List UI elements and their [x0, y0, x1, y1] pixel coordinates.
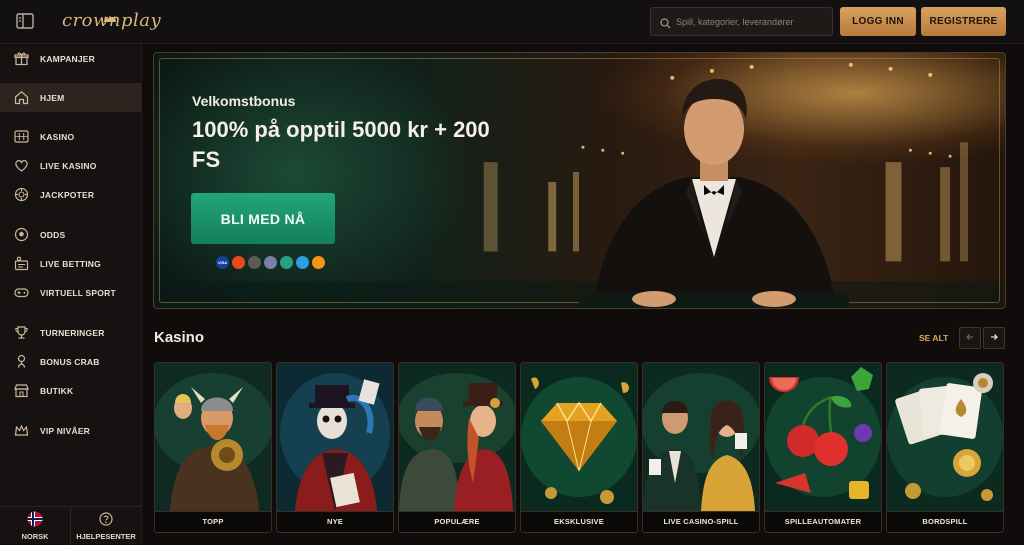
live-dealers-artwork [643, 363, 759, 511]
mastercard-icon [232, 256, 245, 269]
sidebar-footer: NORSK HJELPESENTER [0, 506, 141, 545]
login-button[interactable]: LOGG INN [840, 7, 916, 36]
logo-crown-icon [103, 10, 117, 28]
sidebar-item-odds[interactable]: ODDS [0, 220, 141, 249]
welcome-bonus-banner[interactable]: Velkomstbonus 100% på opptil 5000 kr + 2… [153, 52, 1006, 309]
trophy-icon [14, 325, 29, 340]
help-icon [99, 512, 113, 531]
search-box[interactable] [650, 7, 833, 36]
language-label: NORSK [21, 532, 49, 541]
banner-title: 100% på opptil 5000 kr + 200 FS [192, 117, 490, 172]
section-title: Kasino [154, 329, 205, 346]
sidebar-item-bonus-crab[interactable]: BONUS CRAB [0, 347, 141, 376]
category-label: SPILLEAUTOMATER [765, 511, 881, 532]
search-input[interactable] [676, 13, 826, 31]
category-card-live-casino-spill[interactable]: LIVE CASINO-SPILL [642, 362, 760, 533]
skeleton-magician-artwork [277, 363, 393, 511]
sidebar-item-virtuell-sport[interactable]: VIRTUELL SPORT [0, 278, 141, 307]
sidebar-item-label: BUTIKK [40, 385, 74, 396]
carousel-next-button[interactable] [983, 327, 1005, 349]
visa-icon: VISA [216, 256, 229, 269]
viking-artwork [155, 363, 271, 511]
category-label: TOPP [155, 511, 271, 532]
live-betting-icon [14, 256, 29, 271]
sidebar-toggle-icon[interactable] [16, 13, 34, 29]
help-center-button[interactable]: HJELPESENTER [71, 507, 141, 545]
sidebar-item-live-kasino[interactable]: LIVE KASINO [0, 151, 141, 180]
sidebar-item-label: KASINO [40, 131, 75, 142]
top-bar: crownplay LOGG INN REGISTRERE [0, 0, 1024, 44]
sidebar-item-jackpoter[interactable]: JACKPOTER [0, 180, 141, 209]
sidebar-item-live-betting[interactable]: LIVE BETTING [0, 249, 141, 278]
sidebar-item-label: VIP NIVÅER [40, 425, 91, 436]
claw-icon [14, 354, 29, 369]
sidebar-item-hjem[interactable]: HJEM [0, 83, 141, 112]
sidebar-item-label: LIVE BETTING [40, 258, 101, 269]
sidebar-item-label: KAMPANJER [40, 53, 96, 64]
fruit-slot-artwork [765, 363, 881, 511]
category-label: LIVE CASINO-SPILL [643, 511, 759, 532]
category-label: BORDSPILL [887, 511, 1003, 532]
banner-subtitle: Velkomstbonus [192, 93, 296, 109]
category-card-nye[interactable]: NYE [276, 362, 394, 533]
sidebar-item-label: JACKPOTER [40, 189, 95, 200]
join-now-button[interactable]: BLI MED NÅ [191, 193, 335, 244]
search-icon [660, 16, 671, 34]
crypto-icon [296, 256, 309, 269]
category-card-bordspill[interactable]: BORDSPILL [886, 362, 1004, 533]
chip-icon [14, 187, 29, 202]
category-label: NYE [277, 511, 393, 532]
heart-dealer-icon [14, 158, 29, 173]
golden-diamond-artwork [521, 363, 637, 511]
register-button[interactable]: REGISTRERE [921, 7, 1006, 36]
see-all-link[interactable]: SE ALT [919, 333, 948, 343]
sidebar-item-butikk[interactable]: BUTIKK [0, 376, 141, 405]
category-card-populaere[interactable]: POPULÆRE [398, 362, 516, 533]
sidebar-item-label: BONUS CRAB [40, 356, 100, 367]
slot-machine-icon [14, 129, 29, 144]
ethereum-icon [264, 256, 277, 269]
sidebar-item-turneringer[interactable]: TURNERINGER [0, 318, 141, 347]
gamepad-icon [14, 285, 29, 300]
sidebar: KAMPANJER HJEM KASINO LIVE KASINO JACKPO… [0, 44, 142, 545]
sidebar-item-label: HJEM [40, 92, 65, 103]
sidebar-item-vip-nivaer[interactable]: VIP NIVÅER [0, 416, 141, 445]
help-center-label: HJELPESENTER [76, 532, 136, 541]
carousel-prev-button[interactable] [959, 327, 981, 349]
tether-icon [280, 256, 293, 269]
bank-icon [248, 256, 261, 269]
sidebar-item-label: VIRTUELL SPORT [40, 287, 116, 298]
dealer-illustration [579, 79, 849, 308]
shop-icon [14, 383, 29, 398]
sidebar-item-label: ODDS [40, 229, 66, 240]
sidebar-item-label: LIVE KASINO [40, 160, 97, 171]
sidebar-item-kampanjer[interactable]: KAMPANJER [0, 44, 141, 73]
home-icon [14, 90, 29, 105]
category-label: POPULÆRE [399, 511, 515, 532]
payment-methods: VISA [216, 256, 325, 270]
sidebar-item-kasino[interactable]: KASINO [0, 122, 141, 151]
category-label: EKSKLUSIVE [521, 511, 637, 532]
sidebar-item-label: TURNERINGER [40, 327, 105, 338]
language-selector[interactable]: NORSK [0, 507, 70, 545]
arrow-right-icon [989, 329, 999, 347]
adventurers-artwork [399, 363, 515, 511]
category-card-eksklusive[interactable]: EKSKLUSIVE [520, 362, 638, 533]
category-card-spilleautomater[interactable]: SPILLEAUTOMATER [764, 362, 882, 533]
category-card-topp[interactable]: TOPP [154, 362, 272, 533]
crown-icon [14, 423, 29, 438]
football-icon [14, 227, 29, 242]
table-games-artwork [887, 363, 1003, 511]
gift-icon [14, 51, 29, 66]
bitcoin-icon [312, 256, 325, 269]
norway-flag-icon [27, 511, 43, 532]
arrow-left-icon [965, 329, 975, 347]
